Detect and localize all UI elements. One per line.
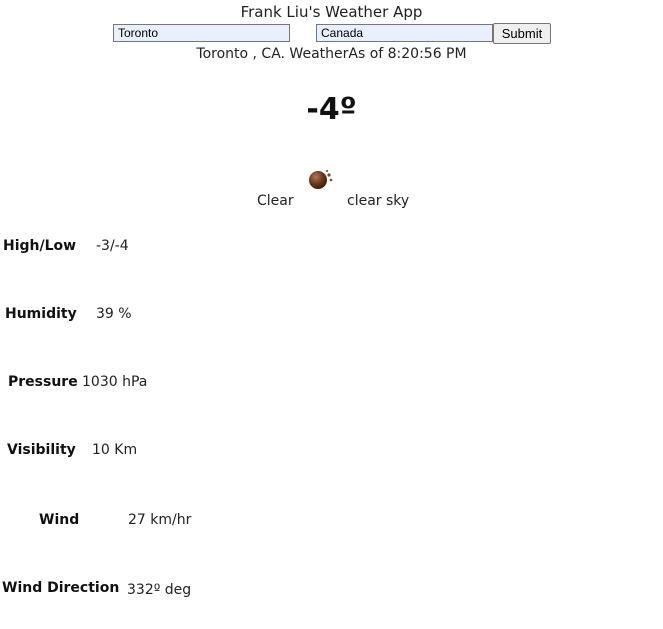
country-input[interactable] [316,24,493,42]
pressure-label: Pressure [8,374,78,390]
condition-main: Clear [257,193,294,209]
high-low-label: High/Low [3,238,77,254]
clear-night-icon [309,169,333,189]
wind-value: 27 km/hr [128,512,192,528]
condition-description: clear sky [347,193,410,209]
wind-direction-label: Wind Direction [2,580,120,596]
visibility-value: 10 Km [92,442,138,458]
wind-direction-value: 332º deg [127,582,192,598]
app-title: Frank Liu's Weather App [240,3,423,21]
current-temperature: -4º [306,92,357,127]
high-low-value: -3/-4 [96,238,129,254]
visibility-label: Visibility [7,442,76,458]
humidity-label: Humidity [5,306,77,322]
location-line: Toronto , CA. WeatherAs of 8:20:56 PM [196,46,467,62]
wind-label: Wind [39,512,80,528]
submit-button[interactable]: Submit [493,23,551,44]
city-input[interactable] [113,24,290,42]
humidity-value: 39 % [96,306,132,322]
pressure-value: 1030 hPa [82,374,148,390]
